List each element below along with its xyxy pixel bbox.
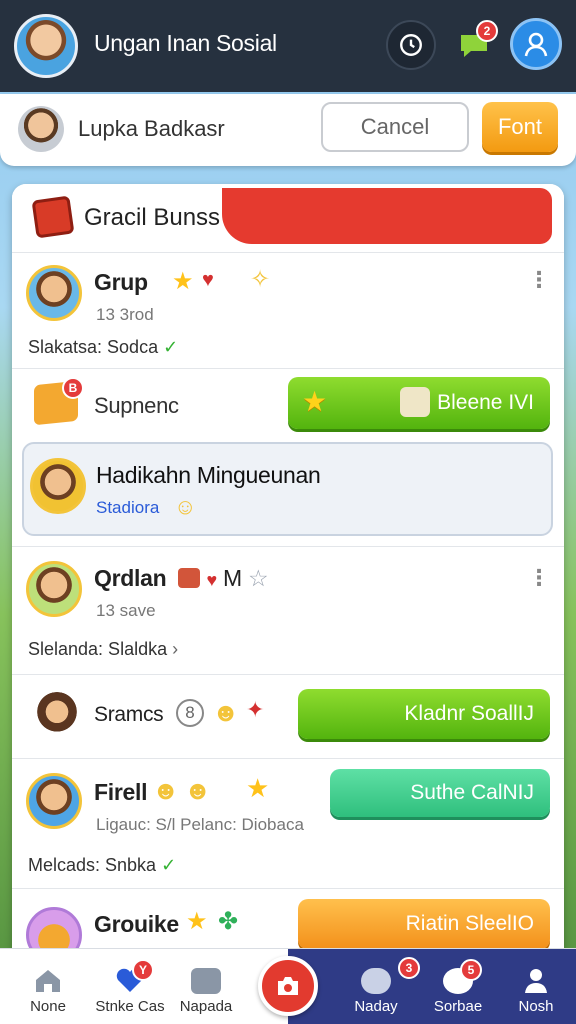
smile-emoji-icon: ☺ — [174, 494, 197, 519]
member-avatar — [26, 561, 82, 617]
member-name: Grouike — [94, 911, 179, 937]
sparkle-icon: ✧ — [250, 266, 271, 293]
list-item[interactable]: Grup ★ ♥ ✧ 13 3rod Slakatsa: Sodca ✓ ⋮ — [12, 252, 564, 368]
suthe-button[interactable]: Suthe CalNIJ — [330, 769, 550, 817]
center-action-button[interactable] — [258, 956, 318, 1016]
status-text: Melcads: Snbka — [28, 855, 157, 875]
star-icon: ★ — [172, 268, 194, 295]
member-avatar — [32, 689, 82, 739]
count-badge: 8 — [176, 699, 204, 727]
star-icon: ★ — [246, 773, 270, 803]
member-name-text: Qrdlan — [94, 565, 167, 591]
user-avatar[interactable] — [14, 14, 78, 78]
gift-icon — [178, 568, 201, 588]
camera-icon — [278, 977, 298, 995]
group-panel: Gracil Bunss Grup ★ ♥ ✧ 13 3rod Slakatsa… — [12, 184, 564, 964]
list-item[interactable]: Firell ☻ ☻ ★ Ligauc: S/l Pelanc: Diobaca… — [12, 758, 564, 888]
bleene-button[interactable]: ★ Bleene IVI — [288, 377, 550, 429]
star-icon: ★ — [302, 386, 328, 417]
contact-avatar — [18, 106, 64, 152]
nav-label: Sorbae — [433, 998, 483, 1015]
panel-title: Gracil Bunss — [84, 204, 221, 231]
cloud-icon — [361, 968, 391, 994]
messages-button[interactable]: 2 — [452, 20, 498, 68]
nav-item-napada[interactable]: Napada — [158, 949, 254, 1024]
cancel-button[interactable]: Cancel — [321, 102, 469, 152]
smile-emoji-icon: ☻ — [152, 775, 180, 805]
riatin-button[interactable]: Riatin SleelIO — [298, 899, 550, 949]
clover-icon: ✤ — [218, 908, 239, 935]
clock-icon — [400, 34, 422, 56]
person-icon — [524, 32, 548, 57]
member-name: Firell — [94, 779, 148, 805]
group-icon — [191, 968, 221, 994]
suthe-button-label: Suthe CalNIJ — [410, 781, 534, 804]
history-button[interactable] — [386, 20, 436, 70]
member-name: Hadikahn Mingueunan — [96, 462, 321, 488]
top-app-bar: Ungan Inan Sosial 2 — [0, 0, 576, 92]
chevron-right-icon: › — [172, 639, 179, 659]
wink-emoji-icon: ☻ — [184, 775, 212, 805]
member-avatar — [26, 773, 82, 829]
panel-header: Gracil Bunss — [12, 184, 564, 252]
profile-button[interactable] — [510, 18, 562, 70]
blocks-badge: B — [62, 377, 84, 399]
item-name: Supnenc — [94, 393, 179, 418]
check-icon: ✓ — [161, 855, 177, 875]
member-avatar — [30, 458, 86, 514]
check-icon: ✓ — [163, 337, 179, 357]
member-status: Melcads: Snbka ✓ — [28, 855, 176, 876]
status-text: Slakatsa: Sodca — [28, 337, 159, 357]
star-icon: ★ — [186, 908, 208, 935]
highlighted-item[interactable]: Hadikahn Mingueunan Stadiora ☺ — [22, 442, 553, 536]
nav-label: Stnke Cas — [95, 998, 165, 1015]
smile-emoji-icon: ☻ — [212, 697, 240, 727]
riatin-button-label: Riatin SleelIO — [405, 912, 534, 935]
person-icon — [525, 969, 547, 993]
member-subtitle: 13 save — [96, 601, 156, 620]
nav-label: None — [30, 998, 66, 1015]
list-item[interactable]: B Supnenc ★ Bleene IVI — [12, 368, 564, 442]
nav-label: Naday — [354, 998, 398, 1015]
bleene-button-label: Bleene IVI — [437, 391, 534, 414]
nav-item-nosh[interactable]: Nosh — [488, 949, 576, 1024]
more-options-icon[interactable]: ⋮ — [528, 565, 550, 591]
kladnr-button[interactable]: Kladnr SoallIJ — [298, 689, 550, 739]
ticket-icon — [400, 387, 430, 417]
member-subtitle: Ligauc: S/l Pelanc: Diobaca — [96, 815, 304, 834]
heart-icon: ♥ — [206, 570, 218, 590]
list-item[interactable]: Qrdlan ♥ M ☆ 13 save Slelanda: Slaldka ›… — [12, 546, 564, 674]
member-subtitle: 13 3rod — [96, 305, 154, 324]
star-outline-icon: ☆ — [247, 565, 269, 591]
messages-badge: 2 — [476, 20, 498, 42]
member-status: Slakatsa: Sodca ✓ — [28, 337, 178, 358]
font-button[interactable]: Font — [482, 102, 558, 152]
contact-name: Lupka Badkasr — [78, 116, 225, 141]
member-name: Sramcs — [94, 703, 164, 726]
member-status: Slelanda: Slaldka › — [28, 639, 178, 660]
kladnr-button-label: Kladnr SoallIJ — [404, 702, 534, 725]
member-name-suffix: M — [223, 565, 242, 591]
nav-label: Nosh — [518, 998, 554, 1015]
member-name: Qrdlan ♥ M ☆ — [94, 565, 269, 592]
gift-box-icon — [31, 195, 75, 239]
heart-icon: ♥ — [202, 269, 214, 291]
member-subtitle: Stadiora — [96, 498, 160, 517]
status-text: Slelanda: Slaldka — [28, 639, 168, 659]
home-icon — [36, 970, 60, 992]
header-banner — [222, 188, 552, 244]
nav-badge: Y — [132, 959, 154, 981]
more-options-icon[interactable]: ⋮ — [528, 267, 550, 293]
bird-icon: ✦ — [246, 697, 265, 722]
list-item[interactable]: Sramcs 8 ☻ ✦ Kladnr SoallIJ — [12, 674, 564, 758]
app-title: Ungan Inan Sosial — [94, 30, 277, 56]
nav-label: Napada — [179, 998, 233, 1015]
member-name: Grup — [94, 269, 148, 295]
nav-badge: 5 — [460, 959, 482, 981]
member-avatar — [26, 265, 82, 321]
